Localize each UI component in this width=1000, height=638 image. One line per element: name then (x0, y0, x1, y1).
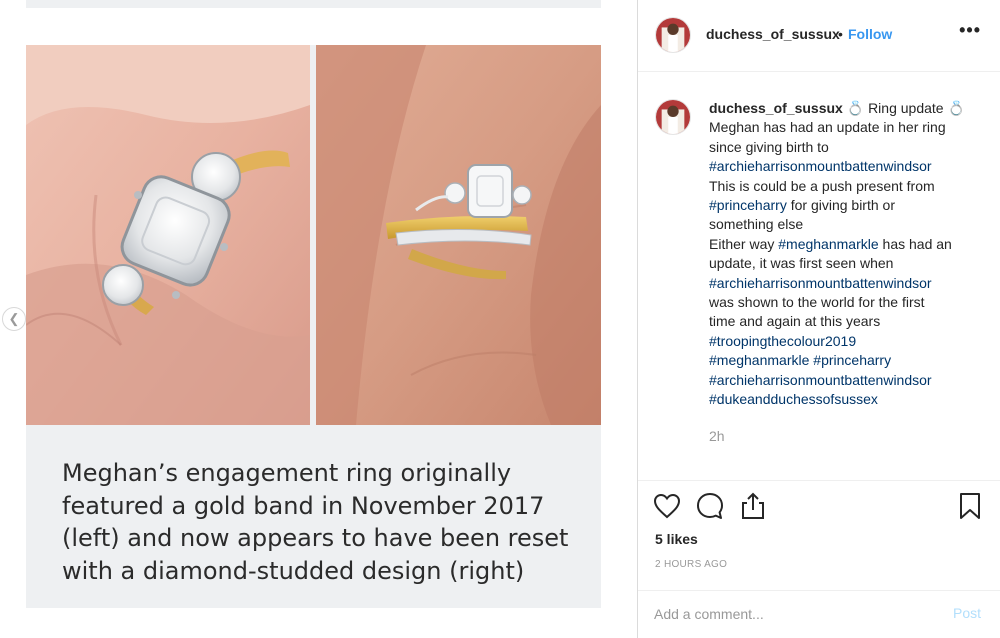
caption-line: something else (709, 216, 804, 233)
add-comment-bar: Post (638, 590, 1000, 638)
hashtag-link[interactable]: #princeharry (709, 197, 787, 213)
caption-line: since giving birth to (709, 138, 829, 155)
hashtag-link[interactable]: #dukeandduchessofsussex (709, 390, 994, 409)
image-card: Meghan’s engagement ring originally feat… (26, 45, 601, 608)
heart-icon[interactable] (652, 491, 682, 521)
caption-line: #princeharry for giving birth or (709, 196, 994, 215)
caption-line: This is could be a push present from (709, 177, 935, 194)
hashtag-link[interactable]: #meghanmarkle (778, 236, 878, 252)
caption-line: (left) and now appears to have been rese… (62, 524, 569, 552)
follow-button[interactable]: Follow (848, 26, 892, 42)
post-comment-button[interactable]: Post (953, 605, 981, 621)
ring-photo-left (26, 45, 310, 425)
caption-line: update, it was first seen when (709, 255, 894, 272)
caption-text: Either way (709, 235, 779, 252)
post-timestamp[interactable]: 2 HOURS AGO (655, 559, 727, 570)
comment-timestamp[interactable]: 2h (709, 428, 725, 444)
previous-image-button[interactable]: ❮ (2, 307, 26, 331)
caption-text: has had an (878, 235, 952, 252)
post-header: duchess_of_sussux • Follow ••• (638, 0, 1000, 72)
caption-line: time and again at this years (709, 313, 881, 330)
ring-photo-right (316, 45, 601, 425)
comment-username[interactable]: duchess_of_sussux (709, 100, 843, 116)
caption-line: featured a gold band in November 2017 (62, 491, 545, 520)
bookmark-icon[interactable] (955, 491, 985, 521)
caption-line: #meghanmarkle #princeharry (709, 351, 994, 370)
hashtag-link[interactable]: #troopingthecolour2019 (709, 332, 994, 351)
previous-image-edge (26, 0, 601, 8)
share-icon[interactable] (738, 491, 768, 521)
hashtag-link[interactable]: #archieharrisonmountbattenwindsor (709, 274, 994, 293)
header-username[interactable]: duchess_of_sussux (706, 26, 840, 42)
post-media: Meghan’s engagement ring originally feat… (0, 0, 637, 638)
comment-bubble-icon[interactable] (695, 491, 725, 521)
caption-title: Ring update (868, 100, 944, 116)
caption-line: Meghan has had an update in her ring (709, 119, 946, 136)
post-caption-text: duchess_of_sussux 💍 Ring update 💍 Meghan… (709, 99, 994, 410)
caption-first-line: duchess_of_sussux 💍 Ring update 💍 (709, 99, 994, 118)
comment-input[interactable] (654, 603, 924, 625)
likes-count[interactable]: 5 likes (655, 531, 698, 547)
ring-emoji-icon: 💍 (947, 100, 965, 116)
caption-line: Either way #meghanmarkle has had an (709, 235, 994, 254)
post-side-panel: duchess_of_sussux • Follow ••• duchess_o… (637, 0, 1000, 638)
caption-line: Meghan’s engagement ring originally (62, 459, 512, 487)
avatar[interactable] (655, 99, 691, 135)
avatar[interactable] (655, 17, 691, 53)
chevron-left-icon: ❮ (8, 311, 20, 326)
separator-dot: • (838, 26, 843, 42)
hashtag-link[interactable]: #meghanmarkle (709, 352, 809, 368)
caption-text: for giving birth or (786, 197, 895, 214)
caption-line: was shown to the world for the first (709, 294, 925, 311)
caption-line: with a diamond-studded design (right) (62, 556, 525, 585)
ring-emoji-icon: 💍 (846, 100, 865, 116)
image-caption: Meghan’s engagement ring originally feat… (62, 457, 582, 587)
more-options-icon[interactable]: ••• (959, 20, 981, 41)
hashtag-link[interactable]: #princeharry (813, 352, 891, 368)
post-actions: 5 likes 2 HOURS AGO (638, 480, 1000, 590)
comments-section: duchess_of_sussux 💍 Ring update 💍 Meghan… (638, 73, 1000, 480)
hashtag-link[interactable]: #archieharrisonmountbattenwindsor (709, 157, 994, 176)
hashtag-link[interactable]: #archieharrisonmountbattenwindsor (709, 371, 994, 390)
